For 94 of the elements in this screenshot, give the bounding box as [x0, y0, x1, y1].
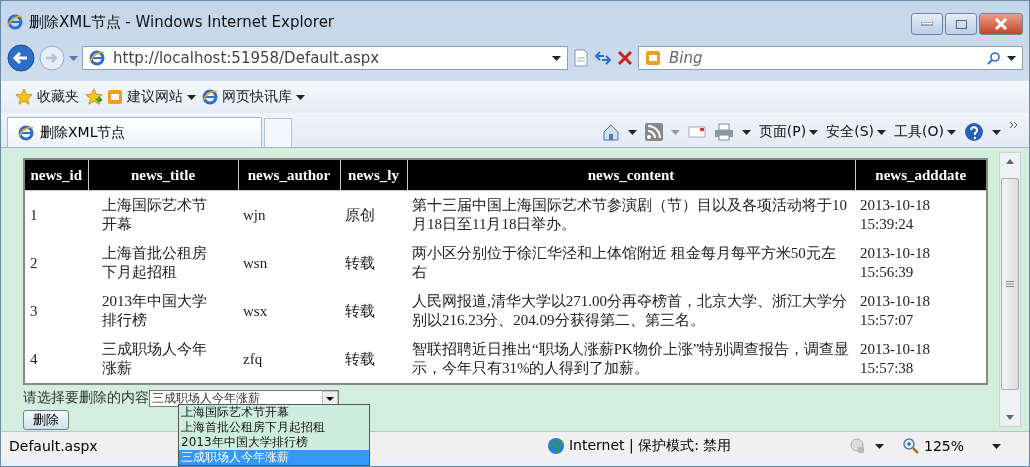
stop-icon[interactable]: [616, 49, 634, 67]
address-field[interactable]: http://localhost:51958/Default.aspx: [82, 46, 568, 70]
table-cell: 智联招聘近日推出“职场人涨薪PK物价上涨”特别调查报告，调查显示，今年只有31%的人得到了加薪。: [407, 335, 855, 384]
delete-button[interactable]: 删除: [23, 410, 69, 430]
title-select[interactable]: 三成职场人今年涨薪: [149, 389, 339, 407]
favorites-item[interactable]: 网页快讯库: [202, 88, 305, 106]
table-cell: 人民网报道,清华大学以271.00分再夺榜首，北京大学、浙江大学分别以216.23分、204.09分获得第二、第三名。: [407, 287, 855, 335]
table-cell: 上海国际艺术节开幕: [88, 190, 238, 239]
caret-icon: [552, 55, 561, 61]
column-header: news_ly: [340, 159, 407, 191]
table-cell: 转载: [340, 287, 407, 335]
column-header: news_title: [88, 159, 238, 191]
browser-icon: [7, 14, 23, 30]
column-header: news_content: [407, 159, 855, 191]
refresh-icon[interactable]: [594, 49, 612, 67]
zoom-icon[interactable]: [901, 437, 920, 455]
search-icon[interactable]: [987, 51, 1001, 65]
command-menu[interactable]: 页面(P): [758, 123, 819, 141]
table-cell: 上海首批公租房下月起招租: [88, 239, 238, 287]
favorites-item[interactable]: 收藏夹: [15, 88, 79, 106]
caret-icon: [741, 129, 751, 135]
column-header: news_adddate: [855, 159, 987, 191]
table-cell: 三成职场人今年涨薪: [88, 335, 238, 384]
search-field[interactable]: Bing: [667, 48, 981, 68]
table-cell: 1: [24, 190, 88, 239]
table-cell: wsn: [238, 239, 340, 287]
table-cell: 转载: [340, 239, 407, 287]
home-icon[interactable]: [601, 123, 620, 141]
status-url: Default.aspx: [9, 438, 98, 454]
scroll-up-icon[interactable]: [1006, 159, 1014, 164]
table-cell: 2013-10-18 15:39:24: [855, 190, 987, 239]
caret-icon: [627, 129, 637, 135]
delete-prompt: 请选择要删除的内容: [23, 389, 149, 407]
zoom-level[interactable]: 125%: [923, 438, 964, 454]
table-cell: 两小区分别位于徐汇华泾和上体馆附近 租金每月每平方米50元左右: [407, 239, 855, 287]
scroll-down-icon[interactable]: [1006, 415, 1014, 420]
caret-icon: [874, 443, 884, 449]
caret-icon: [992, 129, 1001, 135]
table-cell: wjn: [238, 190, 340, 239]
column-header: news_id: [24, 159, 88, 191]
browser-tab[interactable]: 删除XML节点: [7, 117, 262, 147]
caret-icon: [1007, 55, 1016, 61]
minimize-button[interactable]: [911, 13, 943, 35]
table-cell: wsx: [238, 287, 340, 335]
caret-icon: [992, 443, 1001, 449]
table-cell: 2013年中国大学排行榜: [88, 287, 238, 335]
grip-icon: [1006, 281, 1014, 287]
help-icon[interactable]: [964, 122, 984, 142]
command-menu[interactable]: 安全(S): [826, 123, 887, 141]
table-cell: 4: [24, 335, 88, 384]
maximize-icon: [955, 19, 967, 29]
close-icon: [994, 18, 1008, 30]
scrollbar[interactable]: [999, 152, 1021, 427]
close-button[interactable]: [979, 13, 1023, 35]
search-bar[interactable]: Bing: [638, 46, 1023, 70]
table-cell: zfq: [238, 335, 340, 384]
caret-icon: [69, 55, 78, 61]
column-header: news_author: [238, 159, 340, 191]
window-title: 删除XML节点 - Windows Internet Explorer: [29, 12, 336, 32]
star-icon: [85, 88, 103, 106]
table-cell: 2013-10-18 15:57:38: [855, 335, 987, 384]
table-cell: 2013-10-18 15:56:39: [855, 239, 987, 287]
back-icon[interactable]: [7, 44, 35, 72]
caret-icon: [296, 94, 305, 100]
globe-icon: [546, 437, 565, 455]
web-slice-icon: [107, 89, 123, 105]
star-icon: [15, 88, 33, 106]
web-slice-icon: [645, 50, 661, 66]
caret-icon: [670, 129, 680, 135]
caret-icon: [947, 129, 956, 135]
mail-icon[interactable]: [687, 125, 706, 139]
minimize-icon: [921, 22, 933, 26]
maximize-button[interactable]: [945, 13, 977, 35]
dropdown-option[interactable]: 2013年中国大学排行榜: [179, 435, 369, 450]
table-cell: 原创: [340, 190, 407, 239]
table-cell: 2013-10-18 15:57:07: [855, 287, 987, 335]
browser-icon: [89, 50, 105, 66]
caret-icon: [187, 94, 196, 100]
printer-icon[interactable]: [713, 123, 734, 141]
table-cell: 3: [24, 287, 88, 335]
table-cell: 第十三届中国上海国际艺术节参演剧（节）目以及各项活动将于10月18日至11月18日举办。: [407, 190, 855, 239]
table-cell: 2: [24, 239, 88, 287]
caret-icon: [877, 129, 887, 135]
feed-icon[interactable]: [644, 123, 663, 141]
command-menu[interactable]: 工具(O): [894, 123, 956, 141]
table-cell: 转载: [340, 335, 407, 384]
caret-icon: [809, 129, 819, 135]
dropdown-option[interactable]: 上海国际艺术节开幕: [179, 405, 369, 420]
browser-icon: [18, 124, 34, 141]
chevron-icon[interactable]: [1009, 121, 1019, 129]
favorites-item[interactable]: 建议网站: [85, 88, 196, 106]
browser-icon: [202, 89, 218, 105]
security-zone: Internet | 保护模式: 禁用: [568, 437, 733, 455]
dropdown-option[interactable]: 上海首批公租房下月起招租: [179, 420, 369, 435]
